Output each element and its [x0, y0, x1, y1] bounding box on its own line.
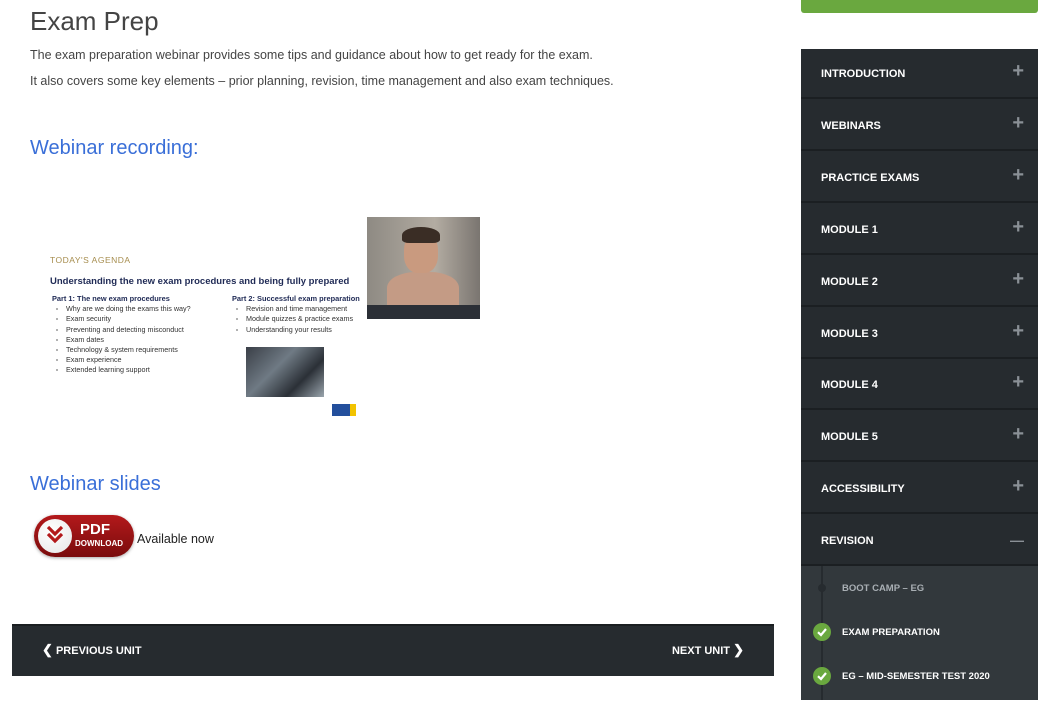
sub-item-exam-preparation[interactable]: EXAM PREPARATION [801, 610, 1038, 654]
course-sidebar: INTRODUCTION + WEBINARS + PRACTICE EXAMS… [801, 49, 1038, 700]
sub-item-boot-camp[interactable]: BOOT CAMP – EG [801, 566, 1038, 610]
sidebar-item-revision[interactable]: REVISION — [801, 516, 1038, 566]
sidebar-item-module-3[interactable]: MODULE 3 + [801, 309, 1038, 359]
sidebar-item-label: INTRODUCTION [821, 68, 906, 80]
previous-unit-button[interactable]: ❮ PREVIOUS UNIT [42, 642, 142, 658]
check-circle-icon [813, 623, 831, 641]
sidebar-item-label: MODULE 1 [821, 224, 878, 236]
sidebar-item-label: MODULE 4 [821, 379, 878, 391]
next-unit-label: NEXT UNIT [671, 645, 731, 657]
sidebar-item-label: MODULE 2 [821, 276, 878, 288]
logo-icon [332, 404, 356, 416]
sidebar-item-label: PRACTICE EXAMS [821, 172, 920, 184]
sub-item-label: EG – MID-SEMESTER TEST 2020 [842, 671, 990, 682]
part1-heading: Part 1: The new exam procedures [52, 294, 170, 303]
slide-title: Understanding the new exam procedures an… [50, 276, 350, 287]
part2-item: Understanding your results [232, 325, 372, 335]
download-arrow-icon [38, 519, 72, 553]
sidebar-item-module-4[interactable]: MODULE 4 + [801, 360, 1038, 410]
sidebar-item-label: ACCESSIBILITY [821, 483, 905, 495]
sub-item-label: EXAM PREPARATION [842, 627, 940, 638]
chevron-right-icon: ❯ [733, 642, 744, 657]
part1-item: Technology & system requirements [52, 345, 232, 355]
sidebar-item-module-2[interactable]: MODULE 2 + [801, 257, 1038, 307]
intro-paragraph-2: It also covers some key elements – prior… [30, 74, 614, 88]
plus-icon: + [1012, 423, 1024, 445]
sidebar-item-accessibility[interactable]: ACCESSIBILITY + [801, 464, 1038, 514]
sidebar-item-webinars[interactable]: WEBINARS + [801, 101, 1038, 151]
part2-item: Revision and time management [232, 304, 372, 314]
check-circle-icon [813, 667, 831, 685]
slides-heading: Webinar slides [30, 473, 161, 495]
plus-icon: + [1012, 268, 1024, 290]
sidebar-item-introduction[interactable]: INTRODUCTION + [801, 49, 1038, 99]
revision-sub-list: BOOT CAMP – EG EXAM PREPARATION EG – MID… [801, 566, 1038, 700]
sub-item-mid-semester-test[interactable]: EG – MID-SEMESTER TEST 2020 [801, 654, 1038, 698]
slide-part2: Part 2: Successful exam preparation Revi… [232, 294, 372, 335]
webinar-video[interactable]: TODAY'S AGENDA Understanding the new exa… [30, 200, 482, 424]
chevron-left-icon: ❮ [42, 642, 53, 657]
sidebar-item-label: WEBINARS [821, 120, 881, 132]
download-label: DOWNLOAD [75, 539, 123, 548]
pdf-label: PDF [80, 521, 110, 538]
plus-icon: + [1012, 371, 1024, 393]
part1-item: Exam security [52, 314, 232, 324]
recording-heading: Webinar recording: [30, 137, 199, 159]
plus-icon: + [1012, 475, 1024, 497]
slide-photo [246, 347, 324, 397]
part2-item: Module quizzes & practice exams [232, 314, 372, 324]
sidebar-item-module-5[interactable]: MODULE 5 + [801, 412, 1038, 462]
slide-agenda: TODAY'S AGENDA [50, 255, 131, 265]
plus-icon: + [1012, 60, 1024, 82]
sidebar-item-label: REVISION [821, 535, 874, 547]
part1-item: Exam experience [52, 355, 232, 365]
sidebar-item-label: MODULE 3 [821, 328, 878, 340]
previous-unit-label: PREVIOUS UNIT [55, 645, 142, 657]
sidebar-item-module-1[interactable]: MODULE 1 + [801, 205, 1038, 255]
minus-icon: — [1010, 532, 1024, 548]
plus-icon: + [1012, 216, 1024, 238]
part1-item: Extended learning support [52, 365, 232, 375]
pdf-status: Available now [137, 532, 214, 546]
plus-icon: + [1012, 112, 1024, 134]
part1-item: Exam dates [52, 335, 232, 345]
sub-item-label: BOOT CAMP – EG [842, 583, 925, 594]
next-unit-button[interactable]: NEXT UNIT ❯ [672, 642, 744, 658]
incomplete-dot-icon [818, 584, 826, 592]
page-title: Exam Prep [30, 6, 159, 36]
plus-icon: + [1012, 320, 1024, 342]
slide-part1: Part 1: The new exam procedures Why are … [52, 294, 232, 376]
part1-item: Why are we doing the exams this way? [52, 304, 232, 314]
part1-item: Preventing and detecting misconduct [52, 325, 232, 335]
plus-icon: + [1012, 164, 1024, 186]
unit-navigation: ❮ PREVIOUS UNIT NEXT UNIT ❯ [12, 624, 774, 676]
sidebar-item-label: MODULE 5 [821, 431, 878, 443]
sidebar-item-practice-exams[interactable]: PRACTICE EXAMS + [801, 153, 1038, 203]
part2-heading: Part 2: Successful exam preparation [232, 294, 360, 303]
presenter-webcam [367, 217, 480, 319]
pdf-download-button[interactable]: PDF DOWNLOAD [34, 515, 134, 557]
intro-paragraph-1: The exam preparation webinar provides so… [30, 48, 593, 62]
top-action-bar[interactable] [801, 0, 1038, 13]
